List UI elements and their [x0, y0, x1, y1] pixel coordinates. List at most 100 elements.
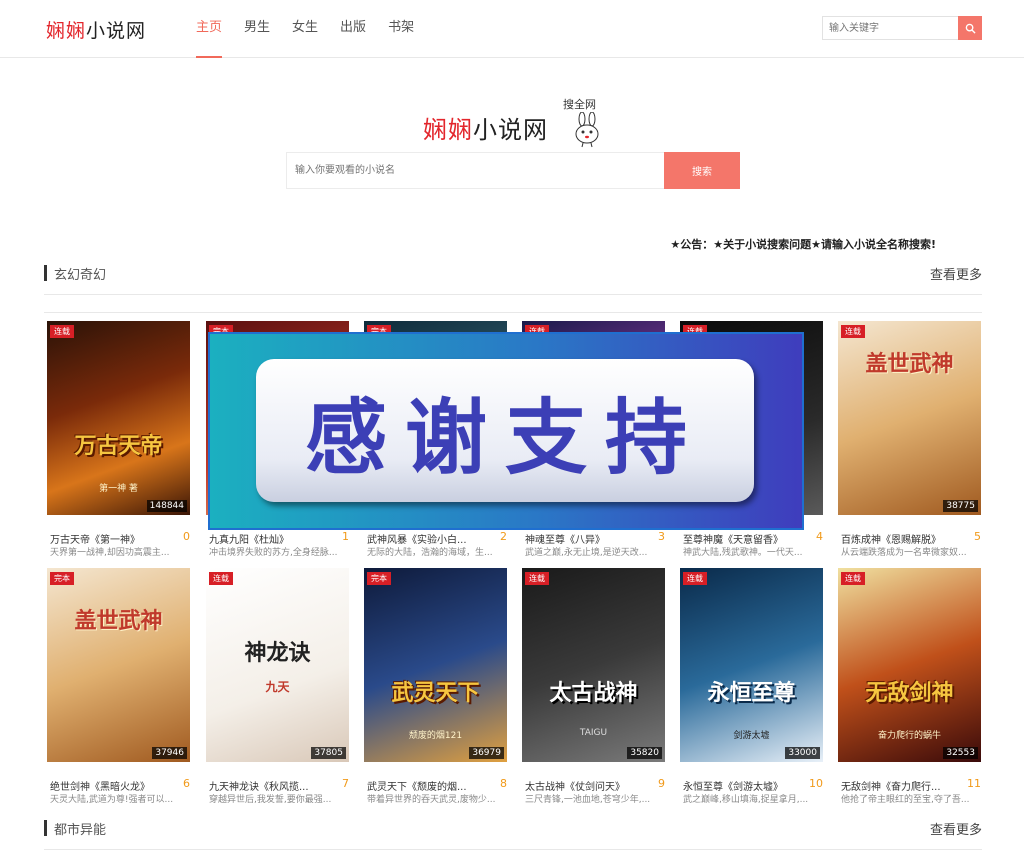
- read-count: 32553: [943, 747, 978, 759]
- status-badge: 完本: [50, 572, 74, 585]
- book-cover[interactable]: 永恒至尊 剑游太墟 连载 33000: [680, 568, 823, 762]
- read-count: 33000: [785, 747, 820, 759]
- book-title[interactable]: 绝世剑神《黑暗火龙》: [50, 778, 168, 793]
- book-title[interactable]: 万古天帝《第一神》: [50, 531, 168, 546]
- book-card[interactable]: 神龙诀 九天 连载 37805 九天神龙诀《秋风揽... 7 穿越异世后,我发誓…: [206, 568, 349, 808]
- book-card[interactable]: 无敌剑神 奋力爬行的蜗牛 连载 32553 无敌剑神《奋力爬行... 11 他抢…: [838, 568, 981, 808]
- status-badge: 连载: [50, 325, 74, 338]
- book-rank: 0: [183, 530, 190, 543]
- thanks-text: 感谢支持: [304, 391, 705, 486]
- status-badge: 完本: [367, 572, 391, 585]
- section-bar: [44, 820, 47, 836]
- novel-search-button[interactable]: 搜索: [664, 152, 740, 189]
- book-rank: 10: [809, 777, 823, 790]
- book-card[interactable]: 永恒至尊 剑游太墟 连载 33000 永恒至尊《剑游太墟》 10 武之巅峰,移山…: [680, 568, 823, 808]
- status-badge: 连载: [525, 572, 549, 585]
- read-count: 148844: [146, 500, 187, 512]
- book-cover[interactable]: 太古战神 TAIGU 连载 35820: [522, 568, 665, 762]
- top-search-input[interactable]: [822, 16, 958, 40]
- book-rank: 2: [500, 530, 507, 543]
- book-desc: 神武大陆,残武歌神。一代天...: [683, 548, 803, 558]
- book-card[interactable]: 盖世武神 完本 37946 绝世剑神《黑暗火龙》 6 天灵大陆,武道为尊!强者可…: [47, 568, 190, 808]
- read-count: 37946: [152, 747, 187, 759]
- nav-item-home[interactable]: 主页: [196, 0, 223, 58]
- read-count: 36979: [469, 747, 504, 759]
- read-count: 35820: [627, 747, 662, 759]
- search-icon: [965, 23, 976, 34]
- cover-sub: 颓废的烟121: [408, 731, 463, 741]
- book-desc: 穿越异世后,我发誓,要你最强...: [209, 795, 332, 805]
- section-bar: [44, 265, 47, 281]
- thanks-banner: 感谢支持: [208, 332, 804, 530]
- cover-sub: 剑游太墟: [733, 731, 770, 741]
- book-cover[interactable]: 万古天帝 第一神 著 连载 148844: [47, 321, 190, 515]
- cover-title: 盖世武神: [74, 608, 163, 634]
- book-title[interactable]: 太古战神《仗剑问天》: [525, 778, 643, 793]
- book-rank: 5: [974, 530, 981, 543]
- logo-dark-text: 小说网: [86, 20, 147, 42]
- cover-title: 武灵天下: [391, 680, 480, 706]
- book-rank: 6: [183, 777, 190, 790]
- book-desc: 武道之巅,永无止境,是逆天改...: [525, 548, 648, 558]
- book-rank: 9: [658, 777, 665, 790]
- book-cover[interactable]: 盖世武神 完本 37946: [47, 568, 190, 762]
- book-title[interactable]: 至尊神魔《天意留香》: [683, 531, 801, 546]
- book-card[interactable]: 盖世武神 连载 38775 百炼成神《恩赐解脱》 5 从云端跌落成为一名卑微家奴…: [838, 321, 981, 561]
- book-desc: 天界第一战神,却因功高震主...: [50, 548, 170, 558]
- cover-sub: TAIGU: [579, 728, 608, 738]
- book-card[interactable]: 武灵天下 颓废的烟121 完本 36979 武灵天下《颓废的烟... 8 带着异…: [364, 568, 507, 808]
- book-card[interactable]: 万古天帝 第一神 著 连载 148844 万古天帝《第一神》 0 天界第一战神,…: [47, 321, 190, 561]
- book-cover[interactable]: 无敌剑神 奋力爬行的蜗牛 连载 32553: [838, 568, 981, 762]
- top-navbar: 娴娴小说网 主页 男生 女生 出版 书架: [0, 0, 1024, 58]
- section-title: 都市异能: [54, 823, 107, 838]
- status-badge: 连载: [841, 572, 865, 585]
- nav-item-bookshelf[interactable]: 书架: [388, 0, 414, 58]
- cover-title: 神龙诀: [244, 640, 311, 666]
- book-rank: 7: [342, 777, 349, 790]
- view-more-link[interactable]: 查看更多: [930, 264, 982, 283]
- book-desc: 三尺青锋,一池血地,苍穹少年,...: [525, 795, 651, 805]
- hero-logo-red: 娴娴: [423, 116, 473, 144]
- cover-sub: 九天: [265, 680, 290, 694]
- book-title[interactable]: 九天神龙诀《秋风揽...: [209, 778, 327, 793]
- section-divider: [44, 312, 982, 313]
- thanks-plate: 感谢支持: [256, 359, 754, 502]
- section-header-fantasy: 玄幻奇幻 查看更多: [44, 262, 982, 286]
- top-search-button[interactable]: [958, 16, 982, 40]
- book-title[interactable]: 永恒至尊《剑游太墟》: [683, 778, 801, 793]
- book-rank: 4: [816, 530, 823, 543]
- status-badge: 连载: [841, 325, 865, 338]
- cover-title: 无敌剑神: [865, 680, 954, 706]
- nav-item-female[interactable]: 女生: [292, 0, 318, 58]
- book-title[interactable]: 无敌剑神《奋力爬行...: [841, 778, 959, 793]
- section-divider: [44, 294, 982, 295]
- book-desc: 天灵大陆,武道为尊!强者可以...: [50, 795, 174, 805]
- hero-logo-text: 娴娴小说网: [423, 110, 548, 145]
- book-title[interactable]: 百炼成神《恩赐解脱》: [841, 531, 959, 546]
- cover-title: 永恒至尊: [707, 680, 796, 706]
- book-cover[interactable]: 盖世武神 连载 38775: [838, 321, 981, 515]
- main-nav: 主页 男生 女生 出版 书架: [196, 0, 436, 58]
- book-desc: 冲击境界失败的苏方,全身经脉...: [209, 548, 338, 558]
- book-card[interactable]: 太古战神 TAIGU 连载 35820 太古战神《仗剑问天》 9 三尺青锋,一池…: [522, 568, 665, 808]
- status-badge: 连载: [683, 572, 707, 585]
- cover-title: 万古天帝: [74, 433, 163, 459]
- book-rank: 1: [342, 530, 349, 543]
- nav-item-male[interactable]: 男生: [244, 0, 270, 58]
- book-cover[interactable]: 武灵天下 颓废的烟121 完本 36979: [364, 568, 507, 762]
- book-title[interactable]: 武神风暴《实验小白...: [367, 531, 485, 546]
- novel-search-input[interactable]: [286, 152, 664, 189]
- view-more-link[interactable]: 查看更多: [930, 819, 982, 838]
- cover-sub: 第一神 著: [99, 484, 138, 494]
- book-title[interactable]: 武灵天下《颓废的烟...: [367, 778, 485, 793]
- site-logo[interactable]: 娴娴小说网: [46, 16, 146, 43]
- nav-item-publish[interactable]: 出版: [340, 0, 366, 58]
- book-title[interactable]: 九真九阳《杜灿》: [209, 531, 327, 546]
- book-desc: 从云端跌落成为一名卑微家奴...: [841, 548, 967, 558]
- book-title[interactable]: 神魂至尊《八异》: [525, 531, 643, 546]
- book-cover[interactable]: 神龙诀 九天 连载 37805: [206, 568, 349, 762]
- book-desc: 他抢了帝主眼红的至宝,夺了吾...: [841, 795, 970, 805]
- book-desc: 带着异世界的吞天武灵,废物少...: [367, 795, 496, 805]
- status-badge: 连载: [209, 572, 233, 585]
- cover-sub: 奋力爬行的蜗牛: [877, 731, 941, 741]
